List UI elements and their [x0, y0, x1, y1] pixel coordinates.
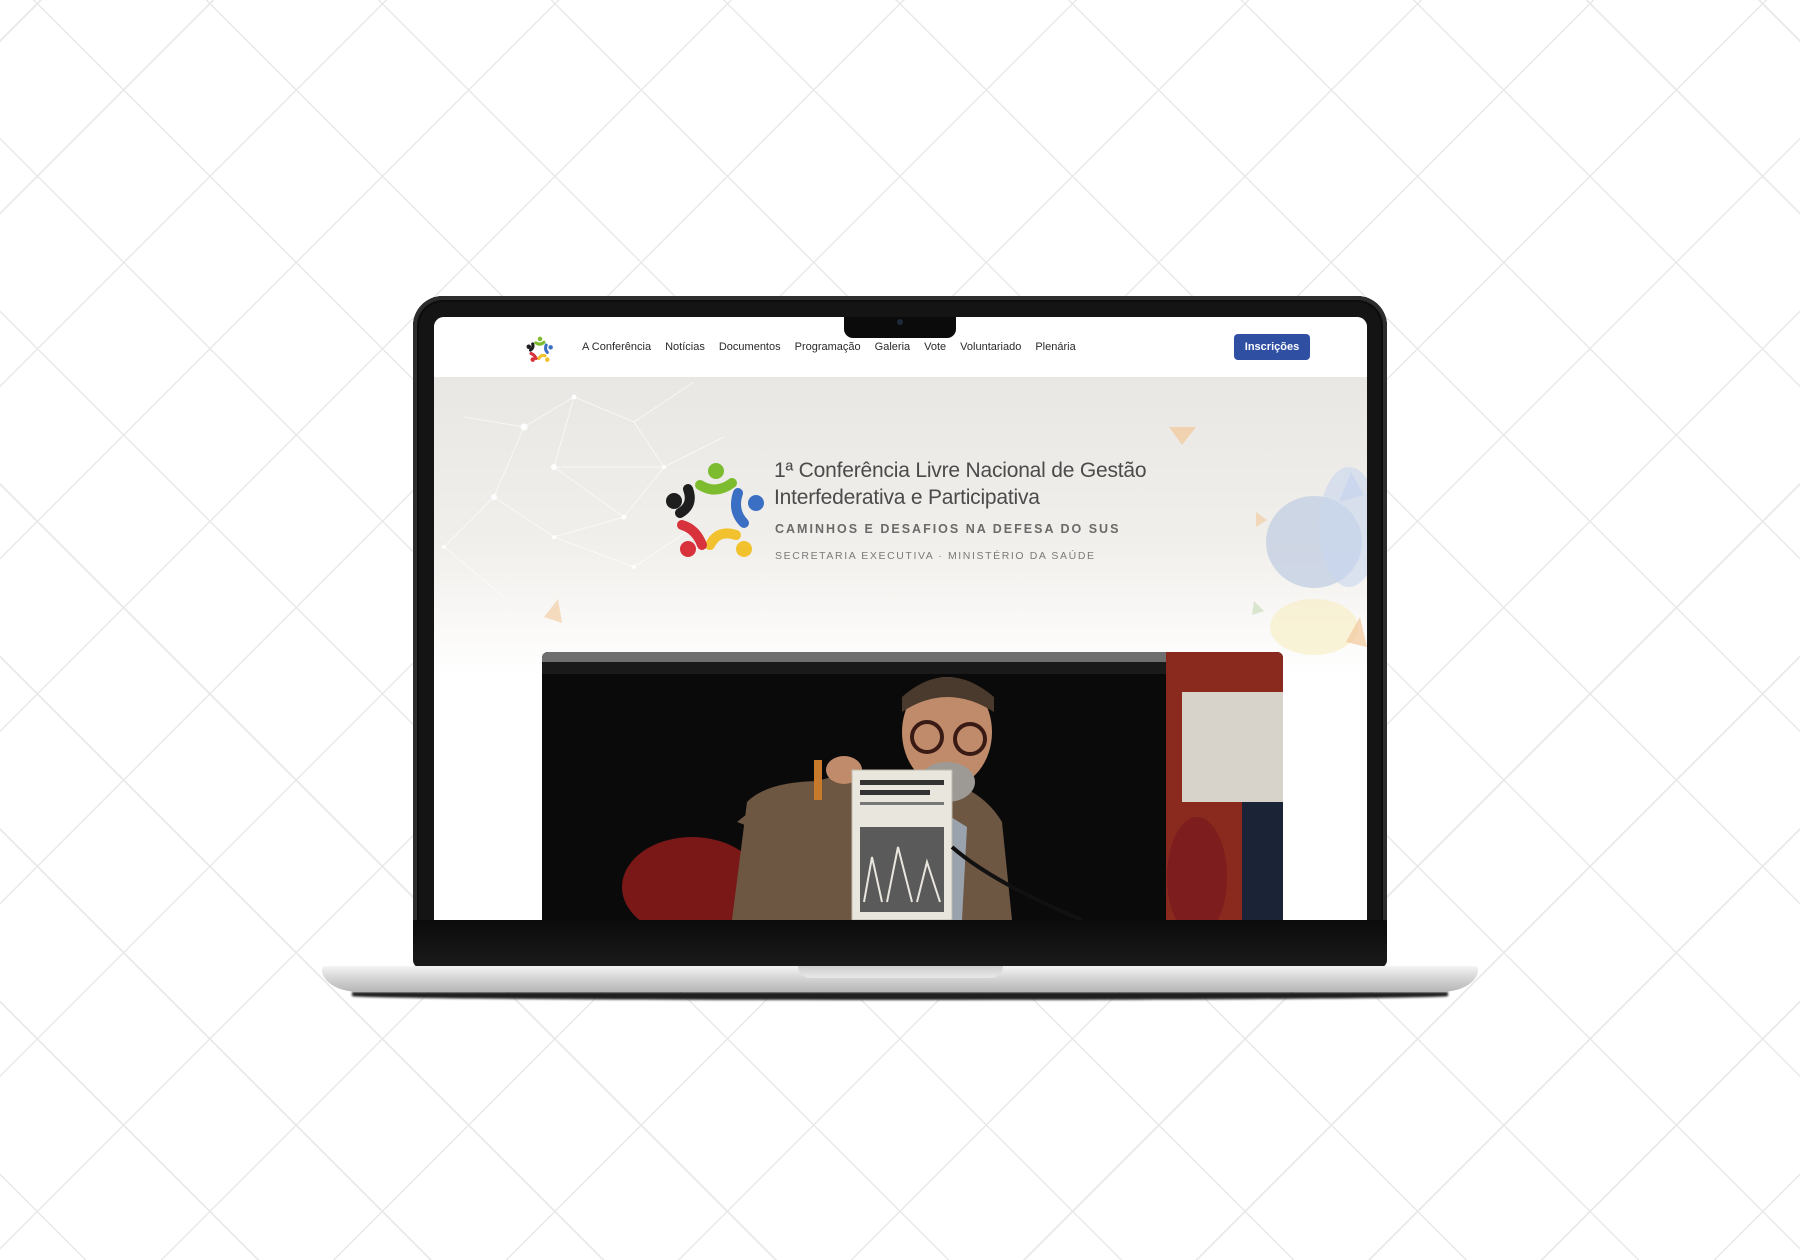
nav-link-a-conferencia[interactable]: A Conferência [582, 341, 651, 353]
nav-links: A Conferência Notícias Documentos Progra… [582, 317, 1076, 377]
nav-link-galeria[interactable]: Galeria [875, 341, 910, 353]
nav-link-documentos[interactable]: Documentos [719, 341, 781, 353]
speaker-photo-illustration [542, 652, 1283, 920]
nav-link-programacao[interactable]: Programação [795, 341, 861, 353]
hero-banner: 1ª Conferência Livre Nacional de Gestão … [434, 377, 1367, 677]
conference-title-line2: Interfederativa e Participativa [774, 486, 1040, 509]
nav-link-vote[interactable]: Vote [924, 341, 946, 353]
laptop-shadow [352, 992, 1448, 1000]
camera-icon [897, 319, 903, 325]
nav-link-voluntariado[interactable]: Voluntariado [960, 341, 1021, 353]
organization-label: SECRETARIA EXECUTIVA · MINISTÉRIO DA SAÚ… [775, 550, 1096, 562]
laptop-bezel-bottom [413, 920, 1387, 968]
hero-photo [542, 652, 1283, 920]
inscricoes-button[interactable]: Inscrições [1234, 334, 1310, 360]
laptop-opening-notch [798, 966, 1003, 978]
conference-title: 1ª Conferência Livre Nacional de Gestão … [774, 457, 1194, 511]
laptop-screen: A Conferência Notícias Documentos Progra… [434, 317, 1367, 920]
conference-title-line1: 1ª Conferência Livre Nacional de Gestão [774, 459, 1147, 482]
nav-link-plenaria[interactable]: Plenária [1035, 341, 1075, 353]
nav-link-noticias[interactable]: Notícias [665, 341, 705, 353]
conference-subtitle: CAMINHOS E DESAFIOS NA DEFESA DO SUS [775, 522, 1121, 536]
conference-logo-icon[interactable] [526, 335, 554, 363]
conference-emblem-icon [666, 463, 764, 557]
